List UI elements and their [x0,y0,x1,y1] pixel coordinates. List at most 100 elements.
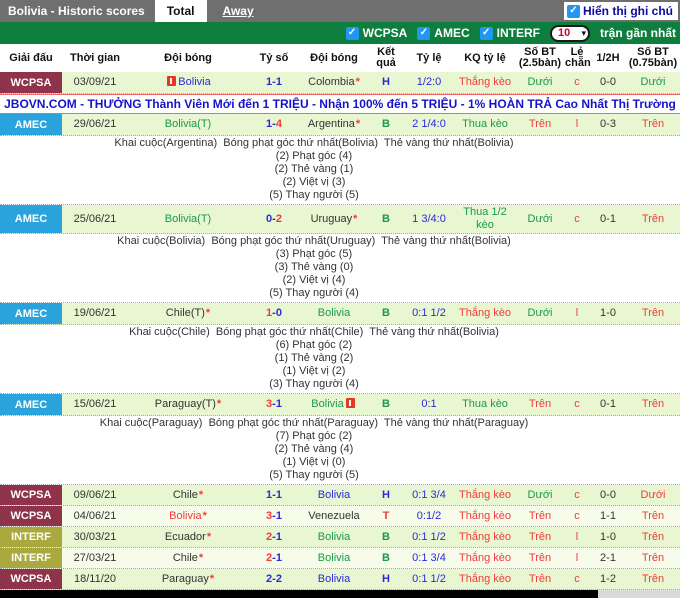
home-team-name[interactable]: Paraguay [162,573,209,585]
match-date: 09/06/21 [62,488,128,503]
score-cell: 1-0 [248,306,300,321]
away-team-name[interactable]: Venezuela [308,510,359,522]
home-team-name[interactable]: Chile [173,489,198,501]
tab-away[interactable]: Away [211,0,266,22]
away-team-name[interactable]: Bolivia [318,307,350,319]
halftime-score-cell: 0-0 [590,488,626,503]
league-badge: WCPSA [0,569,62,589]
halftime-score-cell: 2-1 [590,551,626,566]
odd-even-cell: c [564,488,590,503]
recent-matches-label: trận gần nhất [600,26,676,40]
home-team-name[interactable]: Ecuador [165,531,206,543]
over-under-0_75-cell: Trên [626,117,680,132]
home-team-name[interactable]: Bolivia(T) [165,118,211,130]
score-cell: 2-2 [248,572,300,587]
column-header-1: Giải đấu [0,50,62,67]
away-score: 4 [276,118,282,130]
match-date: 27/03/21 [62,551,128,566]
detail-events-line: Khai cuộc(Paraguay) Bóng phạt góc thứ nh… [0,417,628,430]
match-date: 19/06/21 [62,306,128,321]
league-filter-wcpsa[interactable]: ✓ WCPSA [346,26,408,40]
detail-stat-line: (2) Phạt góc (4) [0,150,628,163]
detail-stat-line: (5) Thay người (5) [0,189,628,202]
handicap-odds-cell: 2 1/4:0 [404,117,454,132]
detail-stat-line: (2) Thẻ vàng (1) [0,163,628,176]
away-team-name[interactable]: Bolivia [318,531,350,543]
handicap-odds-cell: 0:1/2 [404,509,454,524]
detail-events-line: Khai cuộc(Chile) Bóng phạt góc thứ nhất(… [0,326,628,339]
league-filter-label: WCPSA [363,26,408,40]
star-marker: * [199,489,203,501]
home-team-name[interactable]: Chile(T) [166,307,205,319]
score-cell: 0-2 [248,212,300,227]
away-team-cell: Bolivia [300,572,368,587]
score-cell: 2-1 [248,551,300,566]
away-team-cell: Argentina* [300,117,368,132]
score-cell: 1-1 [248,488,300,503]
away-team-name[interactable]: Argentina [308,118,355,130]
column-header-2: Thời gian [62,50,128,67]
detail-stat-line: (1) Việt vị (2) [0,365,628,378]
match-date: 04/06/21 [62,509,128,524]
away-team-name[interactable]: Uruguay [311,213,353,225]
result-cell: H [368,488,404,503]
league-badge: AMEC [0,303,62,324]
table-body: WCPSA03/09/21Bolivia1-1Colombia*H1/2:0Th… [0,72,680,590]
away-team-name[interactable]: Bolivia [311,398,343,410]
match-row: WCPSA04/06/21Bolivia*3-1VenezuelaT0:1/2T… [0,506,680,527]
home-team-name[interactable]: Chile [173,552,198,564]
halftime-score-cell: 1-0 [590,530,626,545]
home-team-cell: Chile(T)* [128,306,248,321]
detail-stat-line: (2) Việt vị (4) [0,274,628,287]
ad-link[interactable]: JBOVN.COM - THƯỞNG Thành Viên Mới đến 1 … [4,97,676,111]
league-filter-label: INTERF [497,26,540,40]
checkbox-checked-icon[interactable]: ✓ [417,27,430,40]
column-header-5: Đội bóng [300,50,368,67]
score-cell: 3-1 [248,509,300,524]
detail-stat-line: (5) Thay người (5) [0,469,628,482]
result-cell: B [368,551,404,566]
recent-count-select[interactable]: 10 [550,25,590,42]
checkbox-checked-icon[interactable]: ✓ [567,5,580,18]
odds-result-cell: Thắng kèo [454,572,516,587]
match-date: 25/06/21 [62,212,128,227]
detail-stat-line: (2) Thẻ vàng (4) [0,443,628,456]
odds-result-cell: Thắng kèo [454,488,516,503]
over-under-2_5-cell: Trên [516,530,564,545]
handicap-odds-cell: 1 3/4:0 [404,212,454,227]
result-cell: B [368,530,404,545]
show-notes-toggle[interactable]: ✓ Hiển thị ghi chú [564,2,678,20]
away-team-name[interactable]: Bolivia [318,552,350,564]
column-header-9: Số BT (2.5bàn) [516,44,564,72]
home-team-name[interactable]: Bolivia [169,510,201,522]
over-under-2_5-cell: Trên [516,551,564,566]
away-team-name[interactable]: Colombia [308,76,354,88]
checkbox-checked-icon[interactable]: ✓ [346,27,359,40]
column-header-8: KQ tỷ lệ [454,50,516,67]
league-filter-amec[interactable]: ✓AMEC [417,26,469,40]
home-team-name[interactable]: Bolivia [178,76,210,88]
odd-even-cell: c [564,75,590,90]
away-team-cell: Bolivia [300,488,368,503]
away-team-name[interactable]: Bolivia [318,573,350,585]
detail-events-line: Khai cuộc(Argentina) Bóng phạt góc thứ n… [0,137,628,150]
detail-stat-line: (6) Phạt góc (2) [0,339,628,352]
match-detail-block: Khai cuộc(Chile) Bóng phạt góc thứ nhất(… [0,325,680,394]
home-team-name[interactable]: Paraguay(T) [155,398,216,410]
halftime-score-cell: 1-1 [590,509,626,524]
tab-total[interactable]: Total [155,0,207,22]
league-filter-interf[interactable]: ✓ INTERF [480,26,540,40]
away-score: 1 [276,489,282,501]
titlebar: Bolivia - Historic scores Total Away ✓ H… [0,0,680,22]
match-date: 03/09/21 [62,75,128,90]
match-row: WCPSA03/09/21Bolivia1-1Colombia*H1/2:0Th… [0,72,680,94]
over-under-2_5-cell: Trên [516,397,564,412]
away-team-name[interactable]: Bolivia [318,489,350,501]
column-header-10: Lẻ chẵn [564,44,590,72]
result-cell: H [368,75,404,90]
star-marker: * [356,76,360,88]
checkbox-checked-icon[interactable]: ✓ [480,27,493,40]
recent-count-wrap: 10 ▾ [550,25,590,42]
away-score: 1 [276,76,282,88]
home-team-name[interactable]: Bolivia(T) [165,213,211,225]
